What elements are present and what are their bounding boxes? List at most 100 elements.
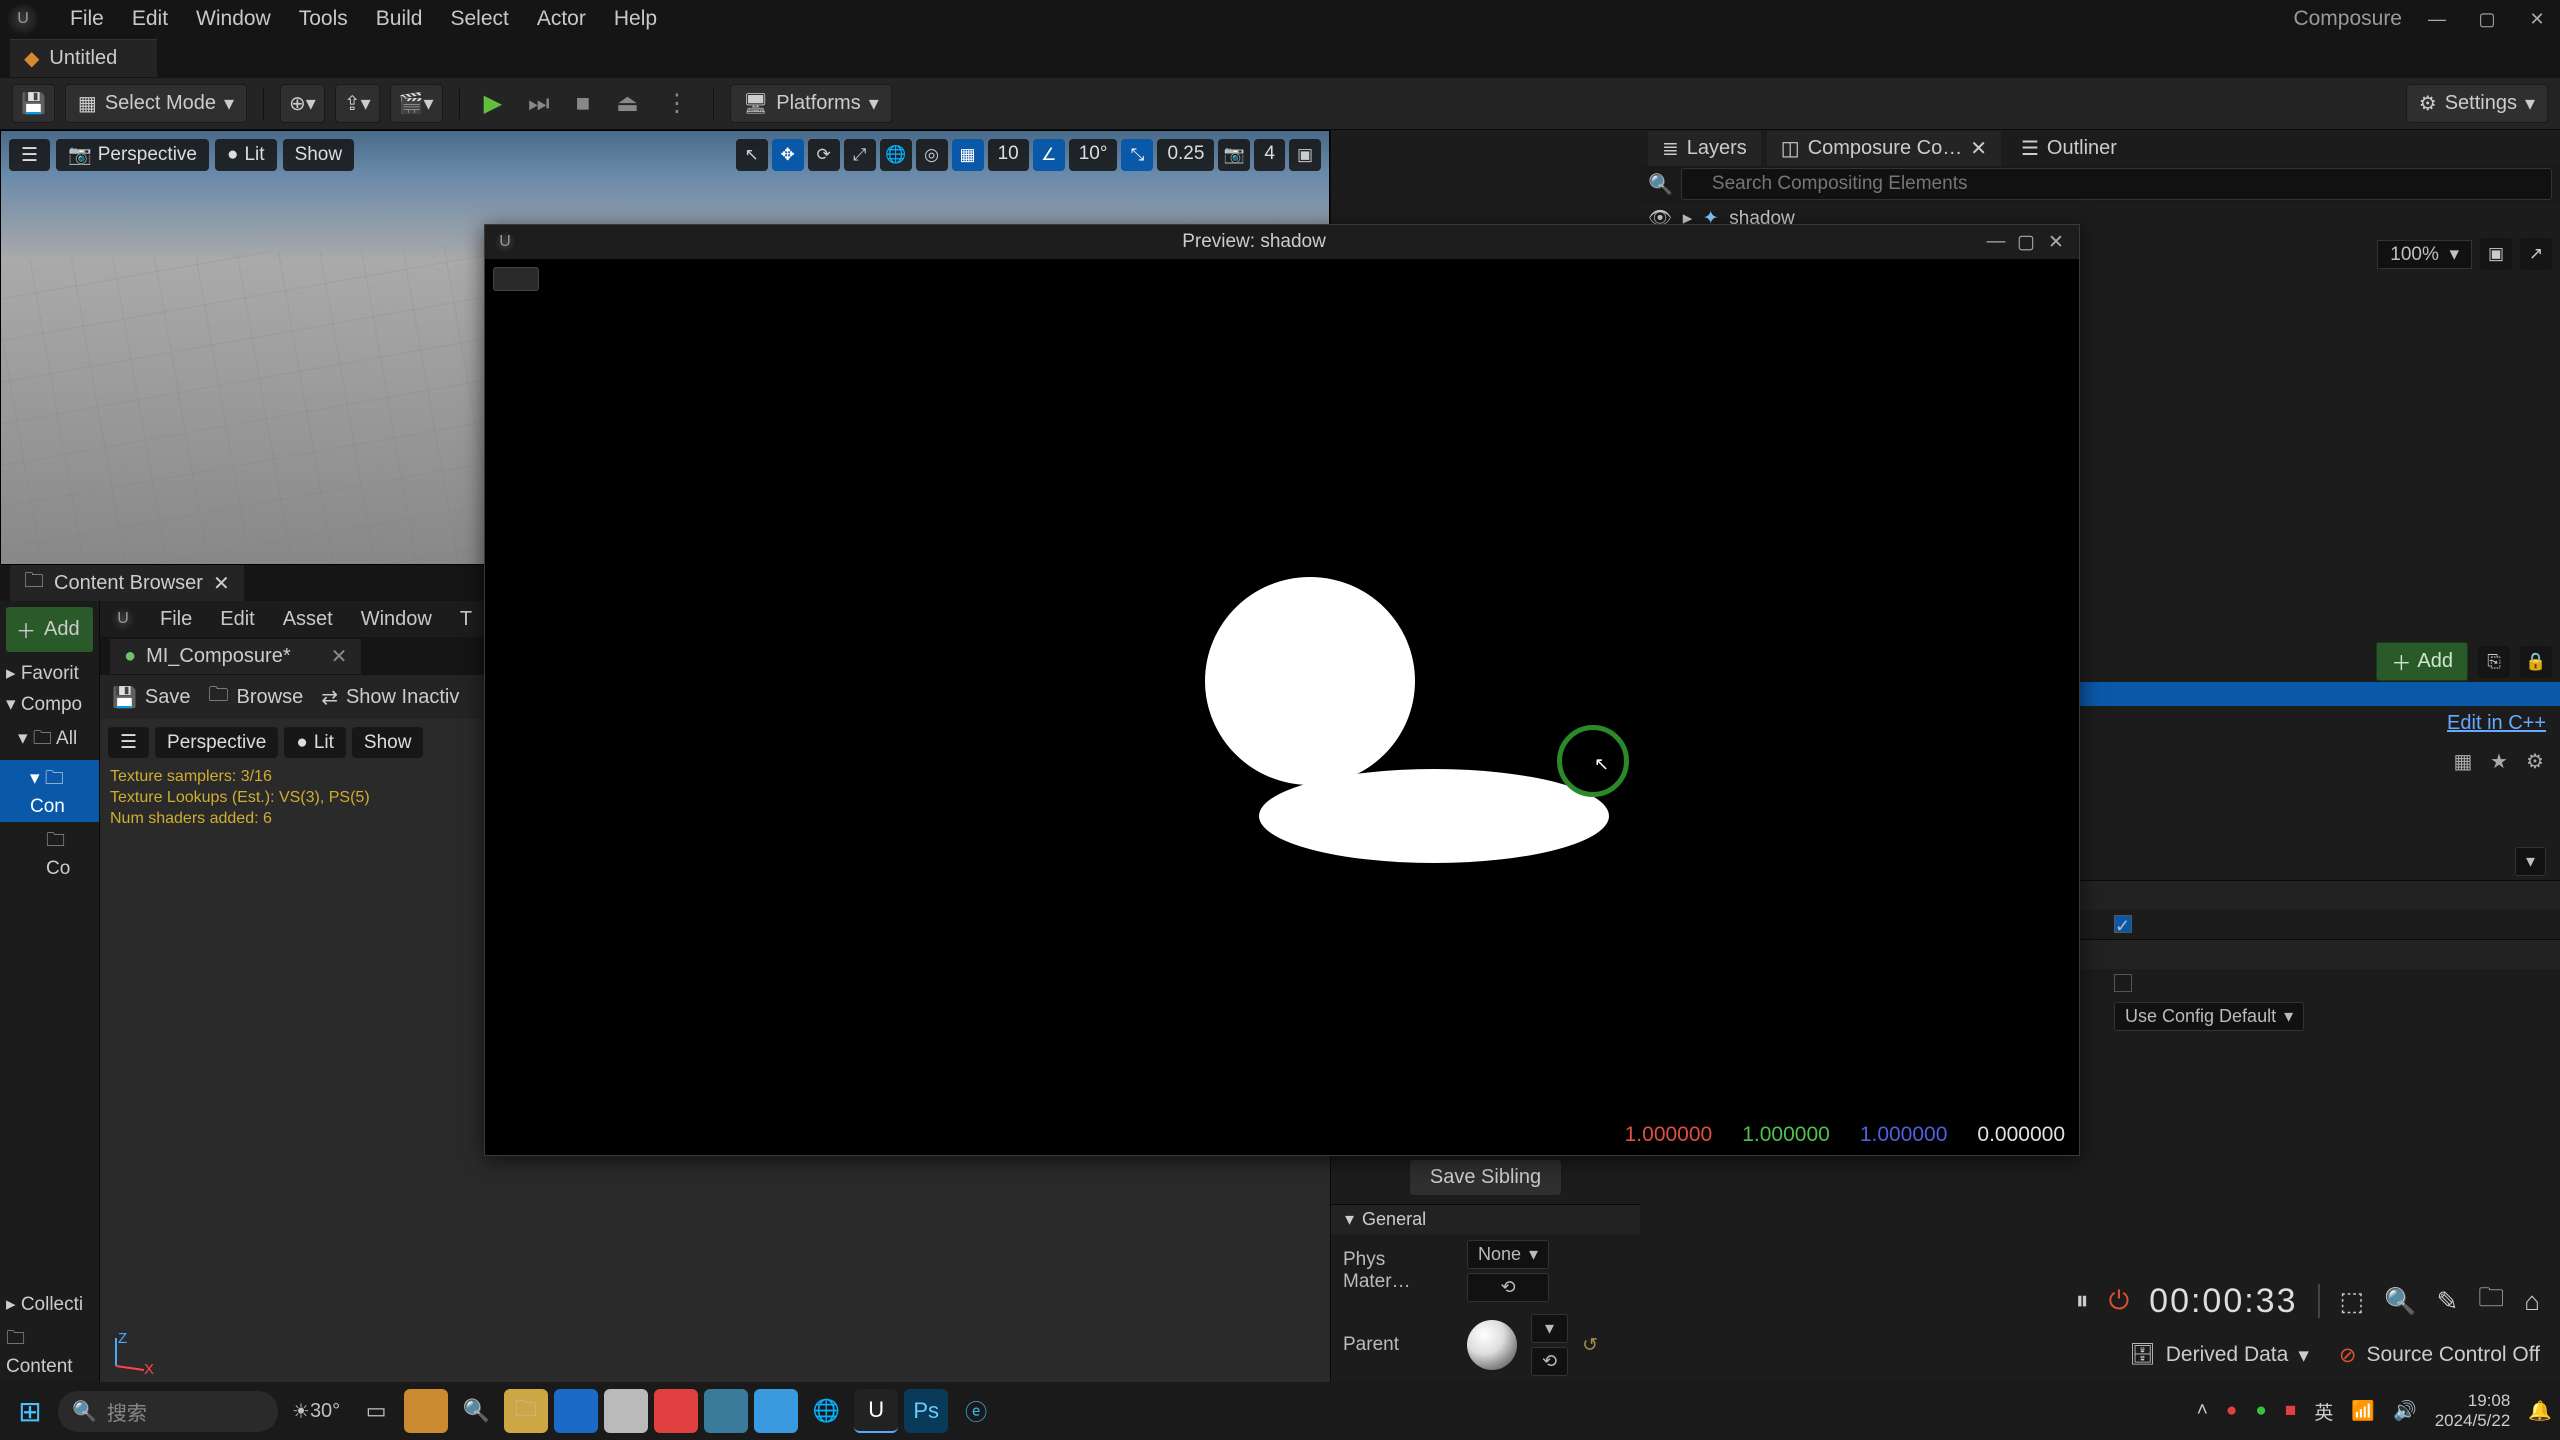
- menu-build[interactable]: Build: [362, 3, 437, 35]
- capture-button[interactable]: ⬚: [2340, 1286, 2365, 1317]
- composure-tab[interactable]: ◫Composure Co… ✕: [1767, 131, 2001, 166]
- menu-window[interactable]: Window: [182, 3, 285, 35]
- vp-angle-snap-value[interactable]: 10°: [1069, 139, 1118, 171]
- mat-asset-tab[interactable]: ● MI_Composure* ✕: [110, 639, 361, 674]
- app-icon-5[interactable]: [654, 1389, 698, 1433]
- details-grid-icon[interactable]: ▦: [2450, 749, 2476, 775]
- vp-move-tool[interactable]: ✥: [772, 139, 804, 171]
- details-gear-icon[interactable]: ⚙: [2522, 749, 2548, 775]
- mat-menu-edit[interactable]: Edit: [208, 604, 266, 635]
- menu-edit[interactable]: Edit: [118, 3, 182, 35]
- mat-menu-tools[interactable]: T: [448, 604, 484, 635]
- add-component-button[interactable]: ＋Add: [2376, 642, 2468, 681]
- detail-collapse-button[interactable]: ▾: [2515, 847, 2546, 876]
- details-favorite-icon[interactable]: ★: [2486, 749, 2512, 775]
- search-button[interactable]: 🔍: [2384, 1286, 2416, 1317]
- maximize-button[interactable]: ▢: [2472, 4, 2502, 34]
- outliner-tab[interactable]: ☰Outliner: [2007, 131, 2131, 166]
- mat-browse-button[interactable]: 🗀Browse: [209, 680, 304, 714]
- mat-vp-perspective[interactable]: Perspective: [155, 727, 278, 758]
- edit-button[interactable]: ✎: [2436, 1286, 2458, 1317]
- mat-vp-lit[interactable]: ●Lit: [284, 727, 346, 758]
- app-icon-3[interactable]: [554, 1389, 598, 1433]
- cinematics-button[interactable]: 🎬▾: [390, 84, 443, 123]
- blueprint-button[interactable]: ⎘: [2478, 646, 2510, 678]
- tray-expand-icon[interactable]: ˄: [2197, 1400, 2208, 1422]
- derived-data-status[interactable]: 🗄Derived Data ▾: [2129, 1343, 2309, 1368]
- mat-general-category[interactable]: ▾ General: [1331, 1204, 1640, 1234]
- skip-button[interactable]: ⏭: [520, 86, 558, 122]
- play-button[interactable]: ▶: [476, 85, 510, 122]
- stop-record-button[interactable]: ⏻: [2109, 1285, 2130, 1317]
- tray-icon-3[interactable]: ■: [2285, 1400, 2296, 1422]
- mat-show-inactive-button[interactable]: ⇄Show Inactiv: [321, 685, 459, 710]
- tray-icon-1[interactable]: ●: [2226, 1400, 2237, 1422]
- preview-viewport[interactable]: ↖ 1.000000 1.000000 1.000000 0.000000: [485, 259, 2079, 1155]
- save-button[interactable]: 💾: [12, 84, 55, 123]
- vp-grid-snap-value[interactable]: 10: [988, 139, 1029, 171]
- composure-search-input[interactable]: [1681, 168, 2552, 200]
- app-icon-1[interactable]: [404, 1389, 448, 1433]
- taskbar-search[interactable]: 🔍搜索: [58, 1391, 278, 1432]
- gen-overlap-checkbox[interactable]: [2114, 974, 2132, 992]
- lock-button[interactable]: 🔒: [2520, 646, 2552, 678]
- eject-button[interactable]: ⏏: [608, 85, 647, 122]
- vp-camera-speed-icon[interactable]: 📷: [1218, 139, 1250, 171]
- add-content-button[interactable]: ⊕▾: [280, 84, 325, 123]
- chrome-icon[interactable]: 🌐: [804, 1389, 848, 1433]
- vp-select-tool[interactable]: ↖: [736, 139, 768, 171]
- phys-material-use-button[interactable]: ⟲: [1467, 1273, 1549, 1302]
- vp-grid-snap-toggle[interactable]: ▦: [952, 139, 984, 171]
- volume-icon[interactable]: 🔊: [2393, 1399, 2417, 1423]
- parent-use-button[interactable]: ⟲: [1531, 1347, 1568, 1376]
- cb-add-button[interactable]: ＋ Add: [6, 607, 93, 652]
- cb-collections[interactable]: ▸ Collecti: [0, 1289, 99, 1320]
- pause-button[interactable]: ⏸: [2076, 1285, 2089, 1317]
- preview-close-button[interactable]: ✕: [2041, 227, 2071, 257]
- wifi-icon[interactable]: 📶: [2351, 1399, 2375, 1423]
- file-explorer-icon[interactable]: 🗀: [504, 1389, 548, 1433]
- menu-file[interactable]: File: [56, 3, 118, 35]
- app-icon-4[interactable]: [604, 1389, 648, 1433]
- menu-help[interactable]: Help: [600, 3, 671, 35]
- task-view-button[interactable]: ▭: [354, 1389, 398, 1433]
- source-control-status[interactable]: ⊘Source Control Off: [2339, 1343, 2540, 1368]
- mat-menu-file[interactable]: File: [148, 604, 204, 635]
- vp-perspective-dropdown[interactable]: 📷Perspective: [56, 139, 209, 171]
- app-search-icon[interactable]: 🔍: [454, 1389, 498, 1433]
- mat-menu-window[interactable]: Window: [349, 604, 444, 635]
- minimize-button[interactable]: —: [2422, 4, 2452, 34]
- preview-minimize-button[interactable]: —: [1981, 227, 2011, 257]
- close-button[interactable]: ✕: [2522, 4, 2552, 34]
- home-button[interactable]: ⌂: [2524, 1286, 2540, 1317]
- marketplace-button[interactable]: ⇪▾: [335, 84, 380, 123]
- vp-rotate-tool[interactable]: ⟳: [808, 139, 840, 171]
- select-mode-dropdown[interactable]: ▦ Select Mode ▾: [65, 84, 247, 123]
- preview-window[interactable]: U Preview: shadow — ▢ ✕ ↖ 1.000000 1.000…: [484, 224, 2080, 1156]
- app-icon-6[interactable]: [704, 1389, 748, 1433]
- close-tab-icon[interactable]: ✕: [1970, 136, 1987, 161]
- cb-con[interactable]: ▾ 🗀 Con: [0, 760, 99, 822]
- vp-maximize-button[interactable]: ▣: [1289, 139, 1321, 171]
- tray-icon-2[interactable]: ●: [2255, 1400, 2266, 1422]
- vp-show-dropdown[interactable]: Show: [283, 139, 355, 171]
- taskbar-clock[interactable]: 19:08 2024/5/22: [2435, 1391, 2511, 1430]
- cb-favorites[interactable]: ▸ Favorit: [0, 658, 99, 689]
- cb-co[interactable]: 🗀 Co: [0, 822, 99, 884]
- close-tab-icon[interactable]: ✕: [213, 571, 230, 596]
- menu-tools[interactable]: Tools: [285, 3, 362, 35]
- preview-maximize-button[interactable]: ▢: [2011, 227, 2041, 257]
- close-tab-icon[interactable]: ✕: [331, 644, 348, 669]
- save-sibling-button[interactable]: Save Sibling: [1409, 1159, 1562, 1196]
- vp-scale-snap-toggle[interactable]: ⤡: [1121, 139, 1153, 171]
- vp-lit-dropdown[interactable]: ●Lit: [215, 139, 277, 171]
- parent-dropdown[interactable]: ▾: [1531, 1314, 1568, 1343]
- vp-angle-snap-toggle[interactable]: ∠: [1033, 139, 1065, 171]
- start-button[interactable]: ⊞: [8, 1389, 52, 1433]
- unreal-taskbar-icon[interactable]: U: [854, 1389, 898, 1433]
- menu-actor[interactable]: Actor: [523, 3, 600, 35]
- platforms-dropdown[interactable]: 🖥 Platforms ▾: [730, 84, 892, 123]
- vp-surface-snap[interactable]: ◎: [916, 139, 948, 171]
- preview-menu-handle[interactable]: [493, 267, 539, 291]
- cb-compo[interactable]: ▾ Compo: [0, 689, 99, 720]
